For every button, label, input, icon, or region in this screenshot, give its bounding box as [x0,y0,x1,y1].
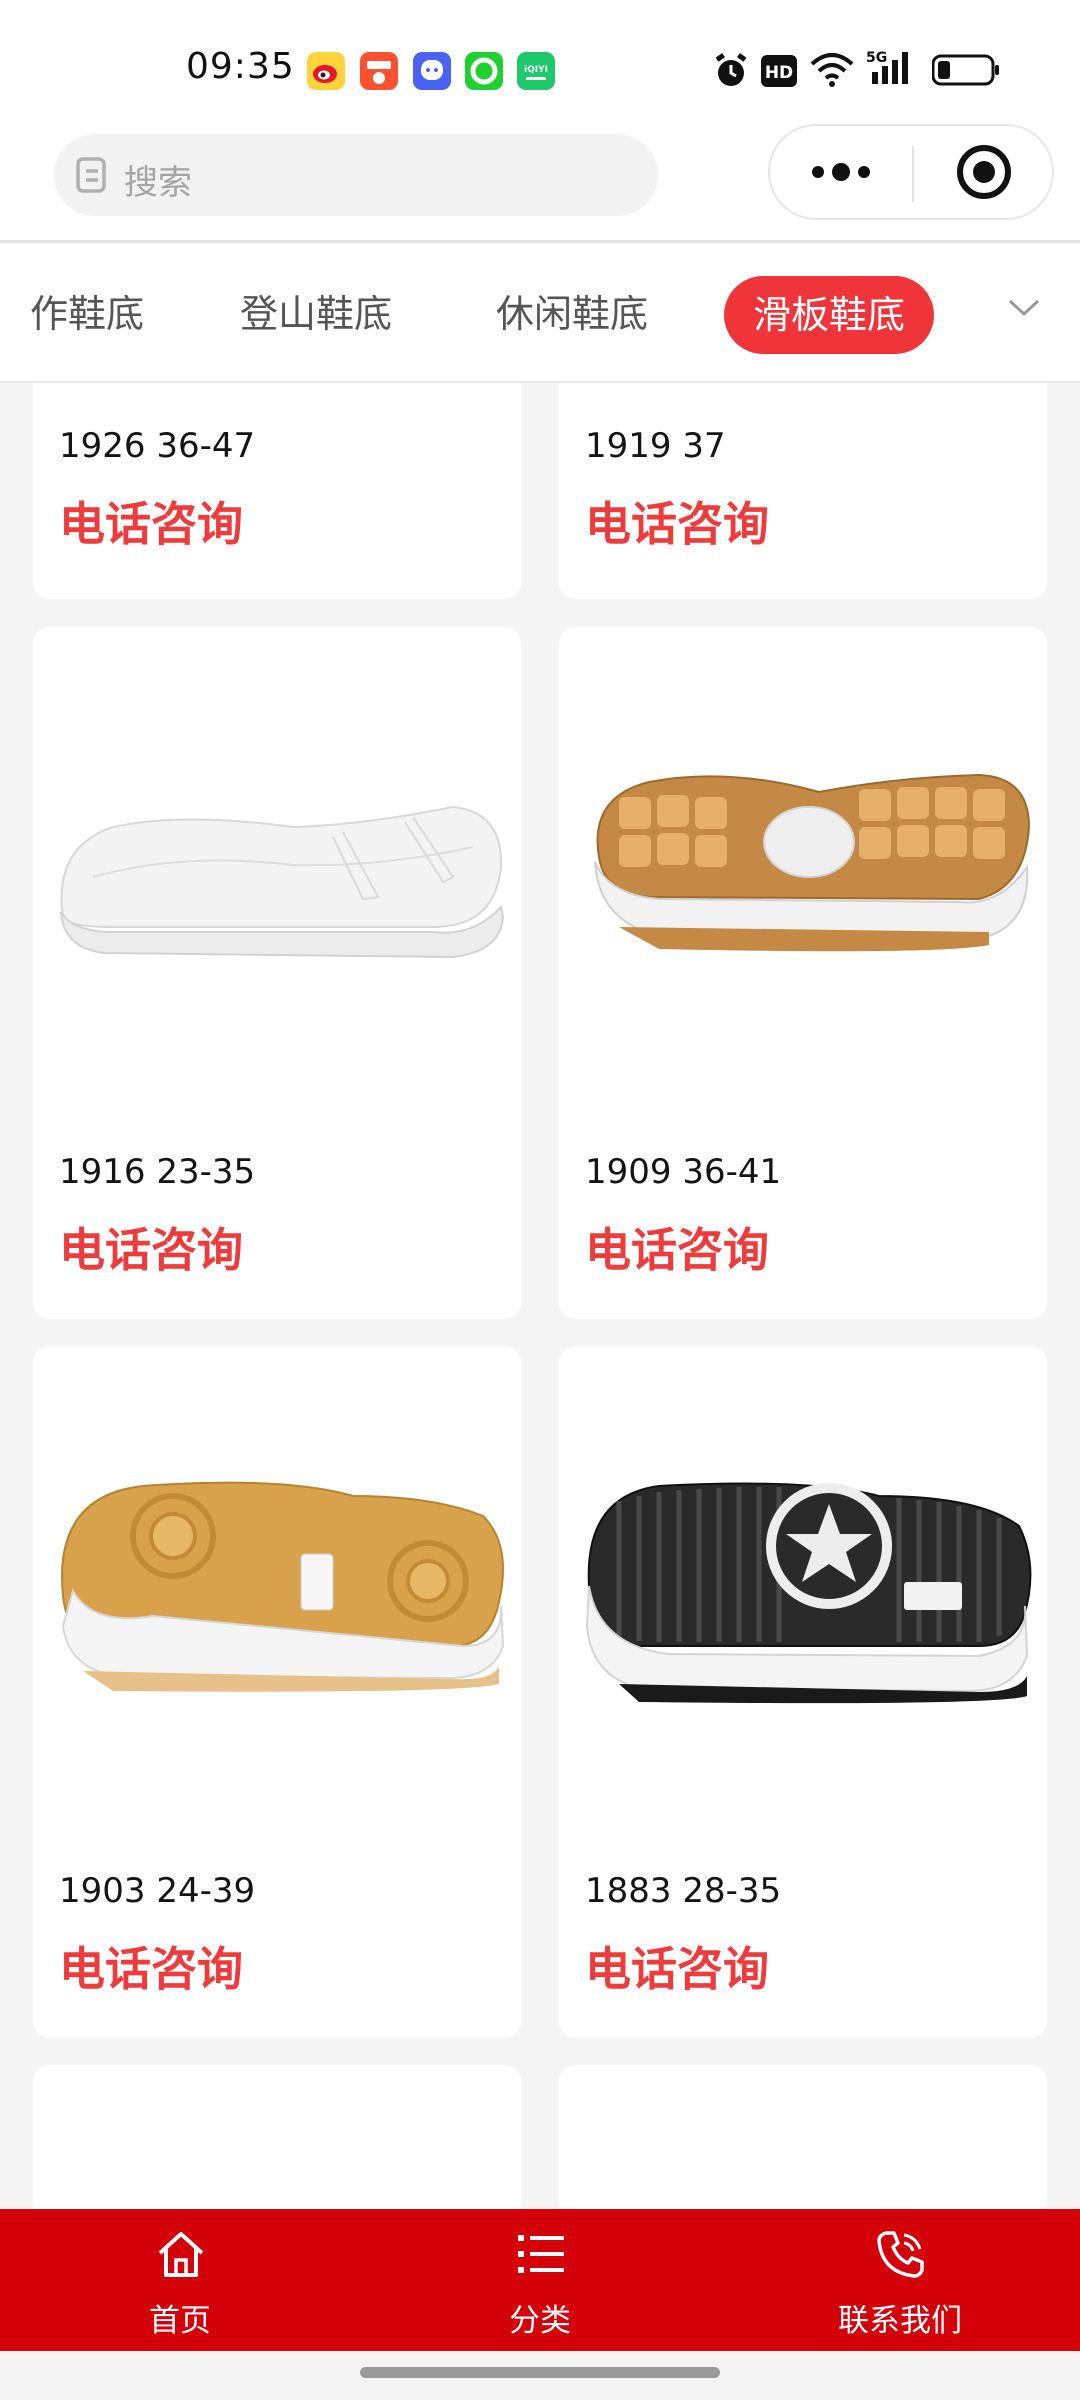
iqiyi-icon: iQIYI [517,52,555,90]
product-name: 1926 36-47 [59,426,256,466]
product-card[interactable]: 1909 36-41 电话咨询 [559,627,1047,1319]
tab-hiking-sole[interactable]: 登山鞋底 [240,283,392,338]
product-name: 1916 23-35 [59,1152,256,1192]
search-placeholder: 搜索 [124,163,192,203]
product-grid: 1926 36-47 电话咨询 1919 37 电话咨询 1916 23-35 … [0,383,1080,2209]
product-price: 电话咨询 [585,497,769,551]
search-bar[interactable]: 搜索 [54,134,658,216]
gum-circle-sole-icon [33,1346,521,1866]
nav-contact[interactable]: 联系我们 [800,2209,1000,2351]
nav-category[interactable]: 分类 [440,2209,640,2351]
product-card[interactable]: 1916 23-35 电话咨询 [33,627,521,1319]
product-price: 电话咨询 [59,1223,243,1277]
target-icon [957,145,1011,199]
nav-contact-label: 联系我们 [838,2303,962,2339]
bottom-tab-bar: 首页 分类 联系我们 [0,2209,1080,2351]
home-icon [154,2227,208,2285]
alarm-icon [712,52,750,94]
product-card[interactable]: 1926 36-47 电话咨询 [33,383,521,599]
mini-program-capsule [768,124,1054,220]
status-time: 09:35 [186,46,295,87]
wifi-icon [810,52,854,92]
product-card[interactable]: 1903 24-39 电话咨询 [33,1346,521,2038]
tab-work-sole[interactable]: 作鞋底 [30,283,144,338]
taobao-icon [360,52,398,90]
black-star-sole-icon [559,1346,1047,1866]
product-price: 电话咨询 [59,1942,243,1996]
hd-icon: HD [761,55,797,91]
5g-signal-icon: 5G [866,48,918,92]
home-indicator[interactable] [360,2367,720,2378]
product-card[interactable]: 1883 28-35 电话咨询 [559,1346,1047,2038]
weibo-icon [307,52,345,90]
phone-icon [874,2227,928,2285]
white-sole-icon [33,627,521,1147]
status-bar: 09:35 iQIYI HD 5G [0,0,1080,124]
product-name: 1909 36-41 [585,1152,782,1192]
product-name: 1883 28-35 [585,1871,782,1911]
product-card[interactable] [559,2065,1047,2209]
product-card[interactable] [33,2065,521,2209]
product-name: 1903 24-39 [59,1871,256,1911]
iqiyi-label: iQIYI [524,65,548,75]
nav-home-label: 首页 [149,2303,211,2339]
list-icon [514,2227,568,2285]
tab-casual-sole[interactable]: 休闲鞋底 [496,283,648,338]
wechat-icon [465,52,503,90]
brown-chunky-sole-icon [559,627,1047,1147]
more-button[interactable] [770,126,912,218]
network-label: 5G [866,50,887,66]
product-price: 电话咨询 [585,1942,769,1996]
hd-label: HD [765,63,793,83]
category-tabs: 作鞋底 登山鞋底 休闲鞋底 滑板鞋底 [0,243,1080,383]
chevron-down-icon[interactable] [1006,297,1042,323]
product-card[interactable]: 1919 37 电话咨询 [559,383,1047,599]
product-price: 电话咨询 [59,497,243,551]
scan-icon [74,155,108,199]
product-name: 1919 37 [585,426,726,466]
nav-category-label: 分类 [509,2303,571,2339]
nav-home[interactable]: 首页 [80,2209,280,2351]
battery-icon [931,54,1000,90]
more-icon [812,163,870,181]
qq-icon [413,52,451,90]
close-program-button[interactable] [914,126,1054,218]
product-price: 电话咨询 [585,1223,769,1277]
header-bar: 搜索 [0,124,1080,243]
tab-skate-sole[interactable]: 滑板鞋底 [724,276,934,354]
